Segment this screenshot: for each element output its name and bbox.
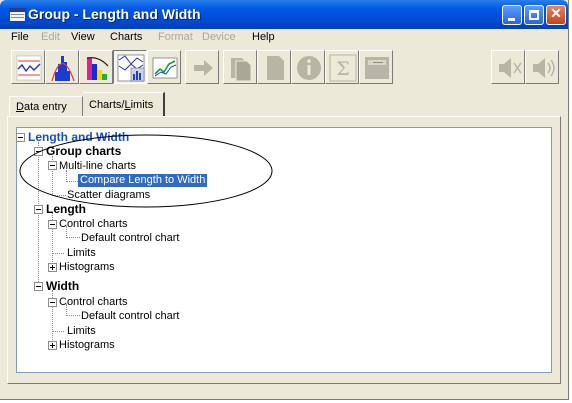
menu-device[interactable]: Device (202, 31, 236, 43)
tree-node-width[interactable]: Width (46, 280, 79, 293)
copy-button[interactable] (223, 50, 257, 84)
tree-node-width-default-control-chart[interactable]: Default control chart (81, 310, 179, 323)
scatter-button[interactable] (147, 50, 181, 84)
application-window: Group - Length and Width ✕ File Edit Vie… (0, 0, 569, 400)
line-chart-icon (16, 55, 42, 81)
menu-format[interactable]: Format (158, 31, 193, 43)
maximize-icon (529, 10, 539, 20)
window-title: Group - Length and Width (28, 6, 201, 22)
tab-data-entry[interactable]: Data entry (9, 96, 83, 116)
speaker-button[interactable] (525, 50, 559, 84)
page-icon (267, 56, 284, 80)
speaker-icon (533, 58, 555, 78)
grid-app-icon (9, 8, 26, 22)
maximize-button[interactable] (524, 5, 544, 25)
expand-toggle-icon[interactable] (48, 263, 57, 272)
tree-connector (66, 237, 80, 238)
tree-connector (52, 253, 64, 254)
tree-connector (52, 331, 64, 332)
menu-edit[interactable]: Edit (41, 31, 60, 43)
collapse-toggle-icon[interactable] (34, 282, 43, 291)
menu-help[interactable]: Help (252, 31, 275, 43)
tree-node-length-histograms[interactable]: Histograms (59, 261, 115, 274)
histogram-icon (51, 56, 75, 82)
tree-node-width-control-charts[interactable]: Control charts (59, 296, 127, 309)
arrow-button[interactable] (185, 50, 219, 84)
histogram-button[interactable] (45, 50, 79, 84)
status-bar (6, 386, 562, 398)
multi-line-chart-button[interactable] (113, 50, 147, 84)
line-chart-button[interactable] (11, 50, 45, 84)
close-icon: ✕ (550, 5, 562, 21)
sigma-button[interactable]: Σ (325, 50, 359, 84)
tree-node-length-limits[interactable]: Limits (67, 247, 96, 260)
collapse-toggle-icon[interactable] (48, 298, 57, 307)
minimize-button[interactable] (502, 5, 522, 25)
multi-line-chart-icon (117, 54, 145, 82)
pareto-icon (86, 57, 109, 80)
toolbar: Σ (0, 48, 568, 88)
speaker-mute-icon (499, 58, 522, 78)
annotation-ellipse (19, 134, 273, 208)
menu-view[interactable]: View (71, 31, 95, 43)
tree-connector (66, 315, 80, 316)
tab-charts-limits[interactable]: Charts/Limits (83, 92, 165, 117)
pareto-button[interactable] (79, 50, 113, 84)
sigma-icon: Σ (329, 54, 357, 82)
tree-node-width-histograms[interactable]: Histograms (59, 339, 115, 352)
svg-text:Σ: Σ (336, 58, 349, 80)
info-button[interactable] (291, 50, 325, 84)
close-button[interactable]: ✕ (546, 5, 566, 25)
scatter-icon (152, 57, 178, 79)
title-bar[interactable]: Group - Length and Width ✕ (0, 0, 568, 29)
arrow-right-icon (194, 60, 213, 76)
tree-node-length-default-control-chart[interactable]: Default control chart (81, 232, 179, 245)
minimize-icon (508, 18, 515, 21)
tree-node-length-control-charts[interactable]: Control charts (59, 218, 127, 231)
mute-button[interactable] (491, 50, 525, 84)
menu-charts[interactable]: Charts (110, 31, 142, 43)
report-icon (365, 57, 389, 79)
collapse-toggle-icon[interactable] (48, 220, 57, 229)
tree-node-width-limits[interactable]: Limits (67, 325, 96, 338)
menu-bar: File Edit View Charts Format Device Help (0, 29, 568, 47)
expand-toggle-icon[interactable] (48, 341, 57, 350)
info-icon (297, 56, 321, 80)
report-button[interactable] (359, 50, 393, 84)
copy-icon (231, 58, 252, 82)
menu-file[interactable]: File (11, 31, 29, 43)
page-button[interactable] (257, 50, 291, 84)
